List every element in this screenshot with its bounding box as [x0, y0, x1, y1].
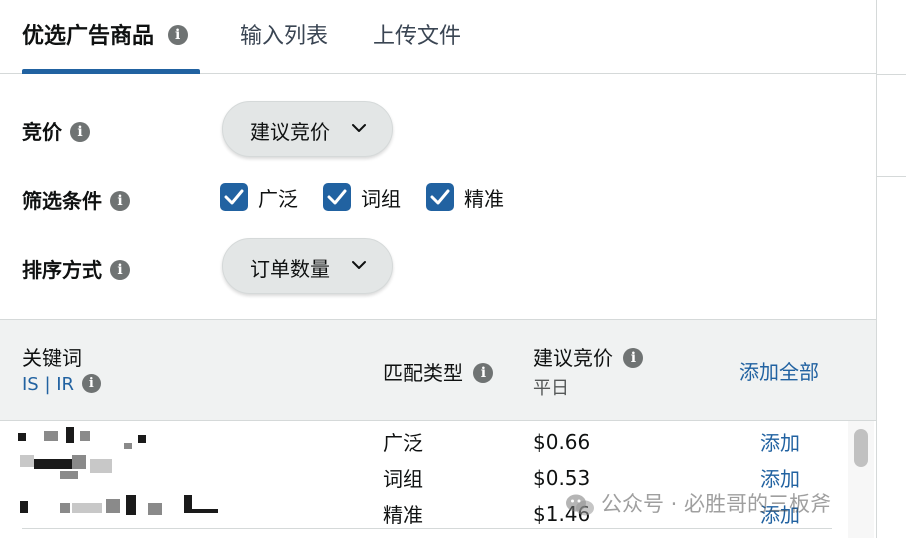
chevron-down-icon — [352, 124, 366, 132]
keyword-table-body: 广泛 $0.66 添加 词组 $0.53 添加 精准 $1.46 添加 — [0, 421, 846, 538]
scrollbar-thumb[interactable] — [854, 429, 868, 467]
bid-dropdown[interactable]: 建议竞价 — [222, 101, 393, 157]
tab-suggested[interactable]: 优选广告商品 i — [22, 18, 188, 50]
keyword-targeting-panel: 优选广告商品 i 输入列表 上传文件 竞价 i 建议竞价 筛选条件 i 广泛 词组 — [0, 0, 876, 538]
info-icon[interactable]: i — [473, 363, 494, 383]
column-header-keyword: 关键词 — [22, 346, 82, 370]
checkbox-label: 广泛 — [258, 187, 298, 211]
column-header-suggested-bid: 建议竞价 i — [533, 342, 644, 371]
active-tab-indicator — [22, 69, 200, 74]
info-icon[interactable]: i — [70, 122, 90, 142]
adjacent-panel-edge — [876, 0, 906, 538]
tab-bar: 优选广告商品 i 输入列表 上传文件 — [0, 0, 876, 74]
bid-label-row: 竞价 i — [22, 116, 90, 145]
add-all-button[interactable]: 添加全部 — [739, 356, 819, 385]
table-scrollbar[interactable] — [848, 421, 874, 538]
tab-label: 上传文件 — [373, 24, 462, 49]
bid-cell: $0.53 — [533, 466, 591, 490]
checkbox-label: 精准 — [464, 187, 504, 211]
sort-label: 排序方式 — [22, 258, 102, 282]
checkbox-checked-icon[interactable] — [323, 183, 351, 211]
column-subheader-is-ir: IS | IR i — [22, 374, 101, 395]
filter-label-row: 筛选条件 i — [22, 185, 130, 214]
wechat-logo-icon — [566, 494, 594, 516]
sort-dropdown[interactable]: 订单数量 — [222, 238, 393, 294]
wechat-watermark: 公众号 · 必胜哥的三板斧 — [565, 488, 831, 518]
info-icon[interactable]: i — [623, 348, 644, 368]
tab-upload-file[interactable]: 上传文件 — [373, 18, 461, 50]
checkbox-checked-icon[interactable] — [220, 183, 248, 211]
tab-label: 优选广告商品 — [22, 24, 155, 49]
info-icon[interactable]: i — [81, 374, 101, 393]
tab-label: 输入列表 — [240, 24, 329, 49]
add-keyword-button[interactable]: 添加 — [760, 427, 800, 456]
column-header-match-type: 匹配类型 i — [383, 357, 494, 386]
match-type-cell: 词组 — [383, 467, 423, 491]
bid-cell: $0.66 — [533, 430, 591, 454]
column-subheader-weekday: 平日 — [533, 378, 569, 399]
row-divider — [22, 528, 832, 529]
filter-label: 筛选条件 — [22, 189, 102, 213]
sort-label-row: 排序方式 i — [22, 254, 130, 283]
bid-label: 竞价 — [22, 120, 62, 144]
checkbox-checked-icon[interactable] — [426, 183, 454, 211]
sort-dropdown-value: 订单数量 — [250, 257, 330, 281]
bid-dropdown-value: 建议竞价 — [250, 120, 330, 144]
tab-enter-list[interactable]: 输入列表 — [240, 18, 328, 50]
info-icon[interactable]: i — [167, 25, 188, 45]
info-icon[interactable]: i — [110, 260, 130, 280]
checkbox-label: 词组 — [361, 187, 401, 211]
watermark-text: 公众号 · 必胜哥的三板斧 — [601, 492, 832, 516]
match-type-cell: 广泛 — [383, 431, 423, 455]
info-icon[interactable]: i — [110, 191, 130, 211]
match-type-cell: 精准 — [383, 503, 423, 527]
chevron-down-icon — [352, 261, 366, 269]
table-header: 关键词 IS | IR i 匹配类型 i 建议竞价 i 平日 添加全部 — [0, 319, 876, 421]
